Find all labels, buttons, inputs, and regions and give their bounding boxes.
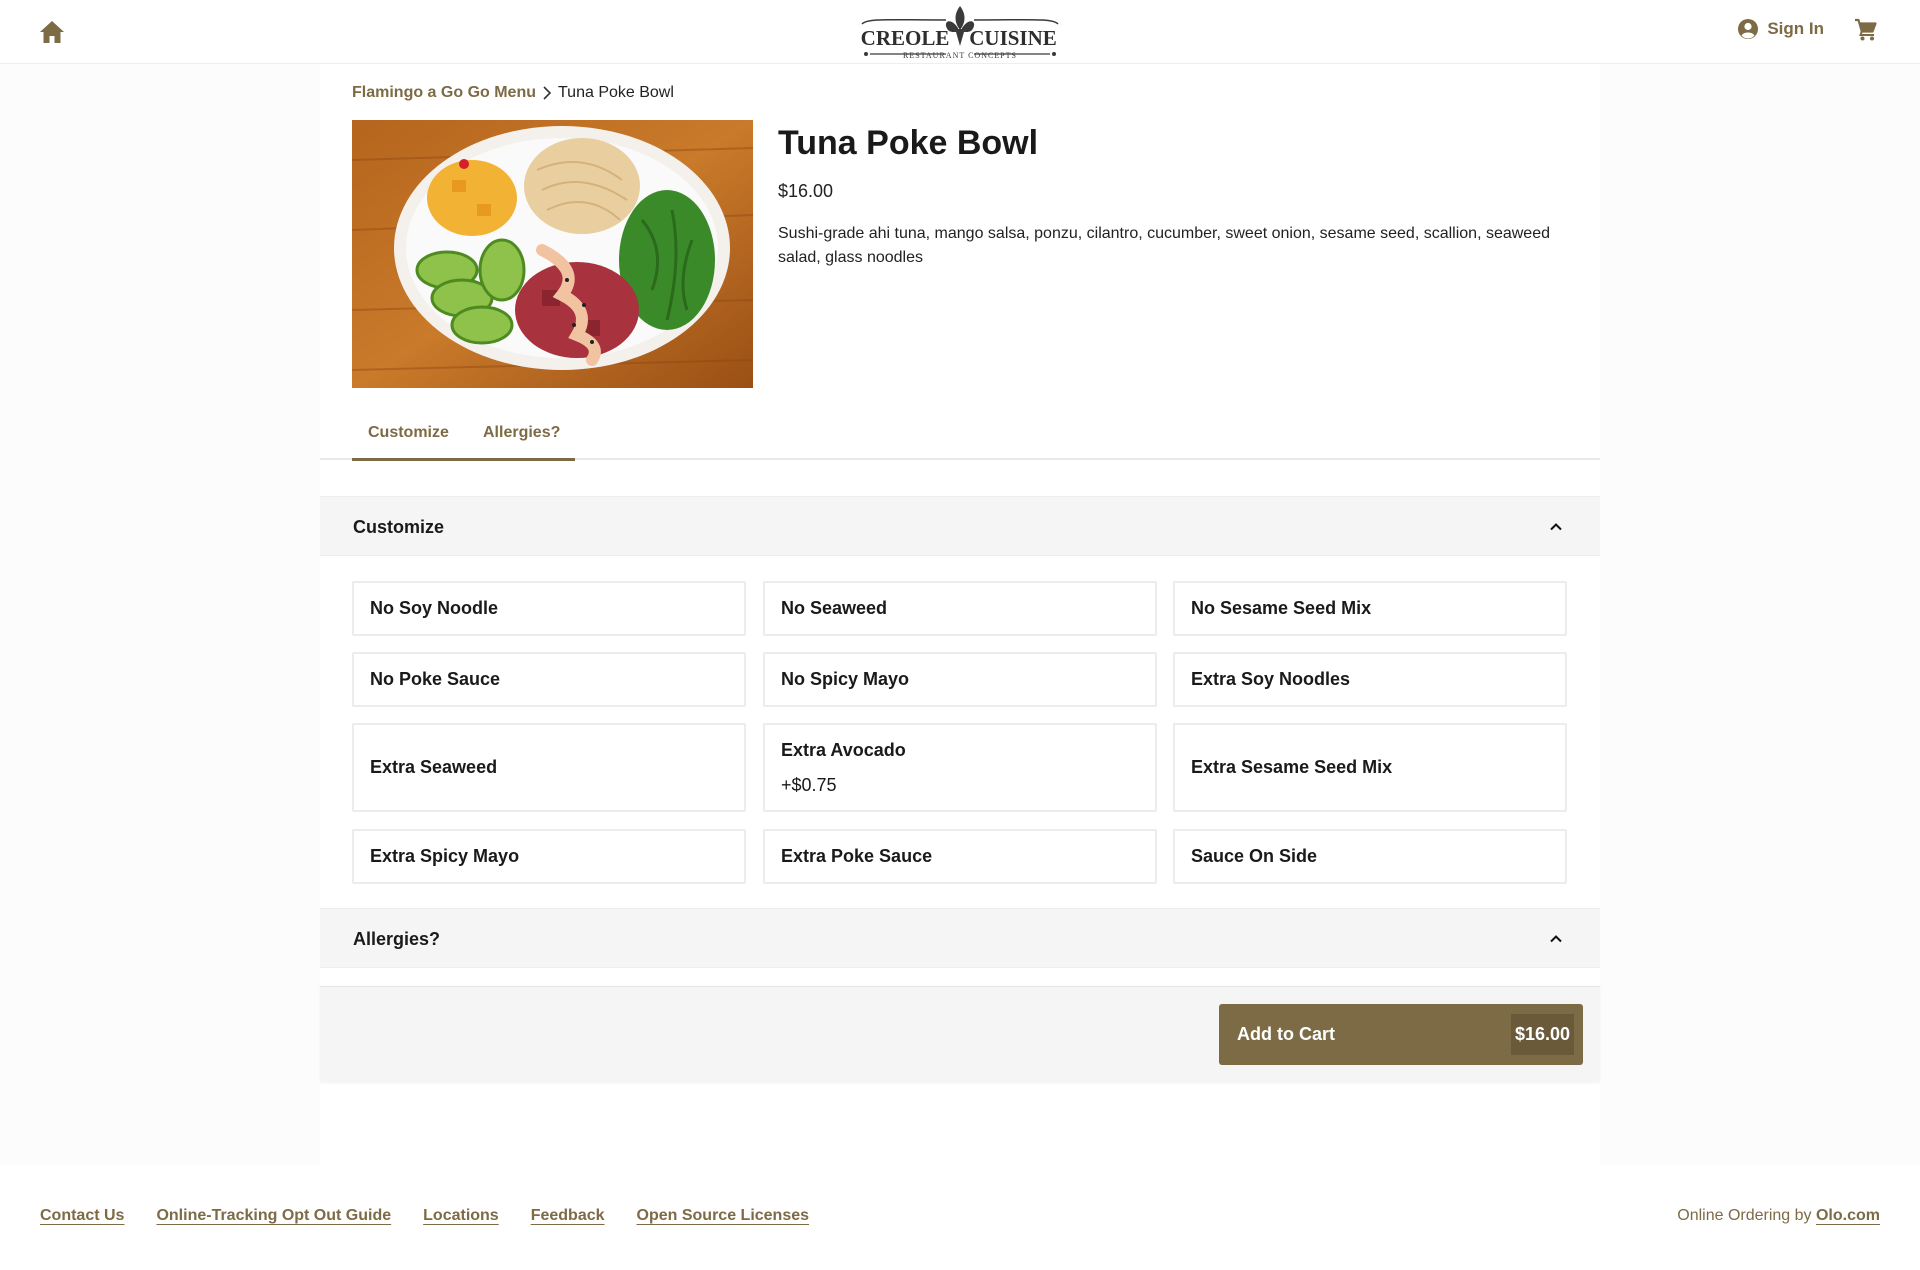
option-extra-seaweed[interactable]: Extra Seaweed — [352, 723, 746, 812]
allergies-section-header[interactable]: Allergies? — [320, 908, 1600, 968]
option-name: Extra Spicy Mayo — [370, 846, 520, 866]
option-extra-avocado[interactable]: Extra Avocado +$0.75 — [763, 723, 1157, 812]
chevron-up-icon — [1550, 935, 1562, 943]
product-price: $16.00 — [778, 181, 834, 201]
tab-allergies[interactable]: Allergies? — [483, 424, 560, 442]
cart-button[interactable] — [1854, 18, 1882, 46]
option-name: Extra Poke Sauce — [781, 846, 933, 866]
option-name: No Soy Noodle — [370, 598, 499, 618]
option-no-sesame-seed-mix[interactable]: No Sesame Seed Mix — [1173, 581, 1567, 636]
add-to-cart-total: $16.00 — [1510, 1014, 1574, 1055]
home-icon — [40, 21, 64, 43]
option-name: No Spicy Mayo — [781, 669, 910, 689]
add-to-cart-bar: Add to Cart $16.00 — [320, 986, 1600, 1082]
olo-link[interactable]: Olo.com — [1816, 1207, 1880, 1224]
customize-section-header[interactable]: Customize — [320, 496, 1600, 556]
tab-customize[interactable]: Customize — [368, 424, 449, 442]
option-extra-sesame-seed-mix[interactable]: Extra Sesame Seed Mix — [1173, 723, 1567, 812]
option-extra-poke-sauce[interactable]: Extra Poke Sauce — [763, 829, 1157, 884]
option-name: No Poke Sauce — [370, 669, 501, 689]
allergies-section-title: Allergies? — [353, 929, 441, 949]
svg-text:RESTAURANT CONCEPTS: RESTAURANT CONCEPTS — [903, 51, 1017, 60]
chevron-right-icon — [543, 86, 552, 100]
option-price: +$0.75 — [781, 774, 837, 795]
customize-section-title: Customize — [353, 517, 445, 537]
option-extra-soy-noodles[interactable]: Extra Soy Noodles — [1173, 652, 1567, 707]
product-title: Tuna Poke Bowl — [778, 124, 1039, 162]
add-to-cart-button[interactable]: Add to Cart $16.00 — [1219, 1004, 1583, 1065]
add-to-cart-label: Add to Cart — [1237, 1024, 1335, 1044]
option-name: Extra Seaweed — [370, 757, 498, 777]
option-name: No Seaweed — [781, 598, 888, 618]
sign-in-button[interactable]: Sign In — [1737, 18, 1824, 40]
breadcrumb: Flamingo a Go Go Menu Tuna Poke Bowl — [352, 84, 674, 102]
sign-in-label: Sign In — [1767, 19, 1824, 38]
page-footer: Contact Us Online-Tracking Opt Out Guide… — [0, 1165, 1920, 1270]
footer-link-open-source-licenses[interactable]: Open Source Licenses — [637, 1207, 810, 1225]
olo-attribution: Online Ordering by Olo.com — [1677, 1207, 1880, 1225]
option-name: Sauce On Side — [1191, 846, 1318, 866]
option-name: Extra Avocado — [781, 739, 906, 760]
option-name: Extra Soy Noodles — [1191, 669, 1351, 689]
olo-prefix: Online Ordering by — [1677, 1207, 1816, 1224]
footer-link-locations[interactable]: Locations — [423, 1207, 499, 1225]
option-no-spicy-mayo[interactable]: No Spicy Mayo — [763, 652, 1157, 707]
chevron-up-icon — [1550, 523, 1562, 531]
option-no-poke-sauce[interactable]: No Poke Sauce — [352, 652, 746, 707]
product-image — [352, 120, 753, 388]
cart-icon — [1855, 18, 1877, 41]
creole-cuisine-logo[interactable]: CREOLE CUISINE RESTAURANT CONCEPTS — [850, 2, 1070, 62]
breadcrumb-menu-link[interactable]: Flamingo a Go Go Menu — [352, 84, 536, 102]
breadcrumb-current: Tuna Poke Bowl — [558, 84, 674, 101]
svg-text:CREOLE: CREOLE — [861, 26, 950, 50]
option-sauce-on-side[interactable]: Sauce On Side — [1173, 829, 1567, 884]
active-tab-indicator — [352, 458, 575, 461]
option-no-seaweed[interactable]: No Seaweed — [763, 581, 1157, 636]
logo-mark: CREOLE CUISINE RESTAURANT CONCEPTS — [861, 6, 1059, 60]
svg-text:CUISINE: CUISINE — [969, 26, 1057, 50]
user-circle-icon — [1738, 19, 1759, 39]
option-extra-spicy-mayo[interactable]: Extra Spicy Mayo — [352, 829, 746, 884]
footer-link-contact-us[interactable]: Contact Us — [40, 1207, 124, 1225]
home-button[interactable] — [36, 16, 68, 48]
product-tabs: Customize Allergies? — [320, 406, 1600, 461]
footer-links: Contact Us Online-Tracking Opt Out Guide… — [40, 1207, 809, 1225]
option-name: No Sesame Seed Mix — [1191, 598, 1372, 618]
site-header: CREOLE CUISINE RESTAURANT CONCEPTS Sign … — [0, 0, 1920, 64]
footer-link-feedback[interactable]: Feedback — [531, 1207, 605, 1225]
product-description: Sushi-grade ahi tuna, mango salsa, ponzu… — [778, 225, 1550, 266]
option-no-soy-noodle[interactable]: No Soy Noodle — [352, 581, 746, 636]
footer-link-tracking-opt-out[interactable]: Online-Tracking Opt Out Guide — [156, 1207, 391, 1225]
option-name: Extra Sesame Seed Mix — [1191, 757, 1393, 777]
product-detail-panel: Flamingo a Go Go Menu Tuna Poke Bowl Tun… — [320, 64, 1600, 1165]
